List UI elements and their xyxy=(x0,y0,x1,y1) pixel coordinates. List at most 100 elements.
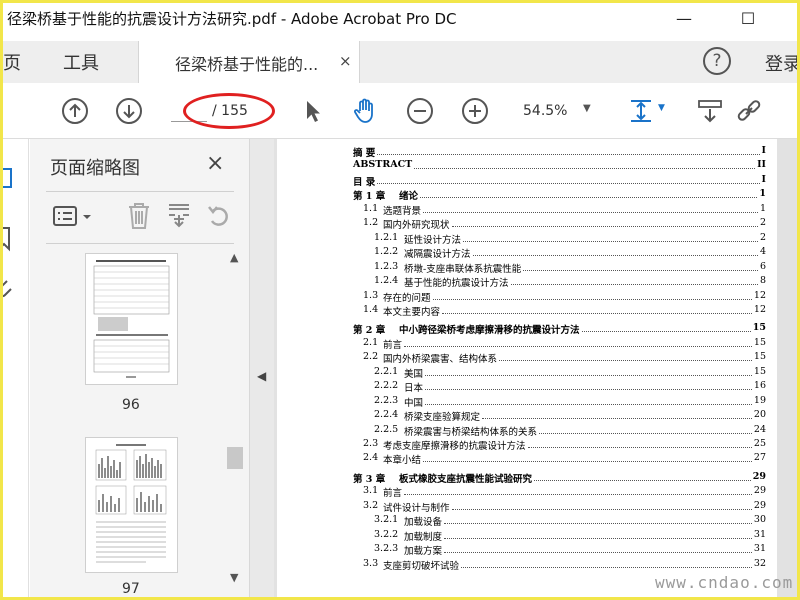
toc-entry[interactable]: 2.2.2 日本 16 xyxy=(277,380,766,394)
toc-entry[interactable]: 2.1 前言 15 xyxy=(277,337,766,351)
toc-entry[interactable]: 摘 要I xyxy=(277,145,766,159)
page-thumbnail-96[interactable] xyxy=(85,253,178,385)
toc-entry-title: 延性设计方法 xyxy=(404,234,462,246)
thumbnail-page-number: 96 xyxy=(122,397,140,413)
zoom-in-icon[interactable] xyxy=(461,97,489,125)
toc-entry[interactable]: 3.3 支座剪切破坏试验 32 xyxy=(277,558,766,572)
page-thumbnails-icon[interactable] xyxy=(3,165,19,193)
toc-leader-dots xyxy=(582,331,751,333)
toc-entry[interactable]: 第 2 章 中小跨径梁桥考虑摩擦滑移的抗震设计方法 15 xyxy=(277,322,766,336)
close-panel-button[interactable]: × xyxy=(206,151,224,176)
toc-entry[interactable]: 2.2 国内外桥梁震害、结构体系 15 xyxy=(277,351,766,365)
toc-entry[interactable]: 1.2 国内外研究现状 2 xyxy=(277,217,766,231)
delete-page-icon[interactable] xyxy=(126,201,152,231)
toc-entry[interactable]: 3.2.3 加载方案 31 xyxy=(277,543,766,557)
close-tab-button[interactable]: × xyxy=(339,52,352,70)
toc-leader-dots xyxy=(539,432,752,434)
scroll-up-icon[interactable]: ▲ xyxy=(230,251,238,264)
toc-entry-page: 27 xyxy=(753,452,766,464)
toc-entry[interactable]: 3.2.1 加载设备 30 xyxy=(277,514,766,528)
zoom-dropdown-icon[interactable]: ▼ xyxy=(583,103,591,114)
toc-entry-number: 2.2.5 xyxy=(374,423,399,435)
toc-entry-number: 2.4 xyxy=(363,452,379,464)
scrollbar-thumb[interactable] xyxy=(227,447,243,469)
next-page-icon[interactable] xyxy=(115,97,143,125)
fit-page-icon[interactable] xyxy=(627,97,655,125)
toc-entry-title: 摘 要 xyxy=(353,148,376,159)
toc-entry[interactable]: 1.2.3 桥墩-支座串联体系抗震性能 6 xyxy=(277,261,766,275)
toc-leader-dots xyxy=(404,345,752,347)
toc-entry-number: 2.3 xyxy=(363,438,379,449)
toc-entry-page: 1 xyxy=(759,202,766,214)
document-tab-label: 径梁桥基于性能的... xyxy=(175,55,319,74)
toc-entry[interactable]: 1.3 存在的问题 12 xyxy=(277,290,766,304)
toc-entry-number: 3.2.3 xyxy=(374,543,399,555)
help-button[interactable]: ? xyxy=(703,47,731,75)
toolbar: / 155 54.5% ▼ ▼ xyxy=(3,83,797,139)
rotate-page-icon[interactable] xyxy=(206,201,232,231)
extract-page-icon[interactable] xyxy=(166,201,192,231)
toc-entry[interactable]: 2.2.1 美国 15 xyxy=(277,366,766,380)
hand-tool-icon[interactable] xyxy=(351,97,379,125)
toc-entry[interactable]: 2.4 本章小结 27 xyxy=(277,452,766,466)
tab-home[interactable]: 主页 xyxy=(3,49,21,75)
previous-page-icon[interactable] xyxy=(61,97,89,125)
panel-collapse-gutter[interactable]: ◀ xyxy=(250,139,274,597)
scroll-down-icon[interactable]: ▼ xyxy=(230,571,238,584)
toc-entry[interactable]: 2.2.3 中国 19 xyxy=(277,395,766,409)
fit-page-dropdown-icon[interactable]: ▼ xyxy=(658,103,665,113)
toc-entry[interactable]: 1.2.1 延性设计方法 2 xyxy=(277,232,766,246)
toc-entry-page: 29 xyxy=(753,485,766,497)
share-link-icon[interactable] xyxy=(735,97,763,125)
toc-leader-dots xyxy=(452,226,758,228)
toc-entry[interactable]: 1.2.2 减隔震设计方法 4 xyxy=(277,246,766,260)
attachments-icon[interactable] xyxy=(3,275,19,303)
panel-heading: 页面缩略图 xyxy=(50,158,140,179)
toc-entry-number: 2.2.3 xyxy=(374,394,399,406)
thumbnail-scrollbar[interactable]: ▲ ▼ xyxy=(226,251,244,597)
collapse-panel-icon[interactable]: ◀ xyxy=(257,369,266,383)
bookmarks-icon[interactable] xyxy=(3,225,19,253)
toc-entry[interactable]: 1.1 选题背景 1 xyxy=(277,203,766,217)
tab-document[interactable]: 径梁桥基于性能的... × xyxy=(138,41,360,83)
toc-entry[interactable]: 3.2 试件设计与制作 29 xyxy=(277,500,766,514)
toc-entry[interactable]: ABSTRACT II xyxy=(277,159,766,173)
toc-leader-dots xyxy=(461,566,752,568)
toc-entry[interactable]: 第 3 章 板式橡胶支座抗震性能试验研究 29 xyxy=(277,471,766,485)
toc-leader-dots xyxy=(444,523,752,525)
toc-entry[interactable]: 1.2.4 基于性能的抗震设计方法 8 xyxy=(277,275,766,289)
toc-entry-page: 31 xyxy=(753,543,766,555)
toc-entry[interactable]: 2.3 考虑支座摩擦滑移的抗震设计方法 25 xyxy=(277,438,766,452)
toc-leader-dots xyxy=(414,168,755,170)
zoom-out-icon[interactable] xyxy=(406,97,434,125)
toc-entry-page: 15 xyxy=(753,336,766,348)
minimize-button[interactable]: — xyxy=(661,3,707,33)
toc-leader-dots xyxy=(423,461,752,463)
toc-leader-dots xyxy=(404,494,752,496)
toc-entry-number: 3.2.1 xyxy=(374,514,399,526)
toc-entry[interactable]: 2.2.4 桥梁支座验算规定 20 xyxy=(277,409,766,423)
annotation-ellipse xyxy=(183,93,275,129)
toc-entry-title: 中国 xyxy=(404,397,424,409)
toc-leader-dots xyxy=(423,211,758,213)
select-cursor-icon[interactable] xyxy=(299,97,327,125)
toc-entry[interactable]: 3.1 前言 29 xyxy=(277,485,766,499)
read-mode-icon[interactable] xyxy=(696,97,724,125)
toc-entry[interactable]: 1.4 本文主要内容 12 xyxy=(277,304,766,318)
maximize-button[interactable]: ☐ xyxy=(725,3,771,33)
toc-leader-dots xyxy=(433,298,752,300)
toc-entry[interactable]: 目 录I xyxy=(277,174,766,188)
title-bar: 径梁桥基于性能的抗震设计方法研究.pdf - Adobe Acrobat Pro… xyxy=(3,3,797,33)
toc-entry-page: 12 xyxy=(753,289,766,301)
tab-tools[interactable]: 工具 xyxy=(63,49,99,75)
page-thumbnails-panel: 页面缩略图 × 96 97 ▲ ▼ xyxy=(30,139,250,597)
options-menu-icon[interactable] xyxy=(52,205,96,229)
toc-entry-number: 3.3 xyxy=(363,557,379,569)
toc-entry[interactable]: 2.2.5 桥梁震害与桥梁结构体系的关系 24 xyxy=(277,424,766,438)
toc-entry[interactable]: 第 1 章 绪论 1 xyxy=(277,188,766,202)
toc-entry[interactable]: 3.2.2 加载制度 31 xyxy=(277,529,766,543)
document-view[interactable]: 摘 要 I ABSTRACT II 目 录 I 第 1 章 绪论 1 1.1 选题背景 1 1.2 国内外… xyxy=(274,139,797,597)
page-thumbnail-97[interactable] xyxy=(85,437,178,573)
sign-in-button[interactable]: 登录 xyxy=(765,50,797,76)
zoom-level[interactable]: 54.5% xyxy=(523,103,567,119)
